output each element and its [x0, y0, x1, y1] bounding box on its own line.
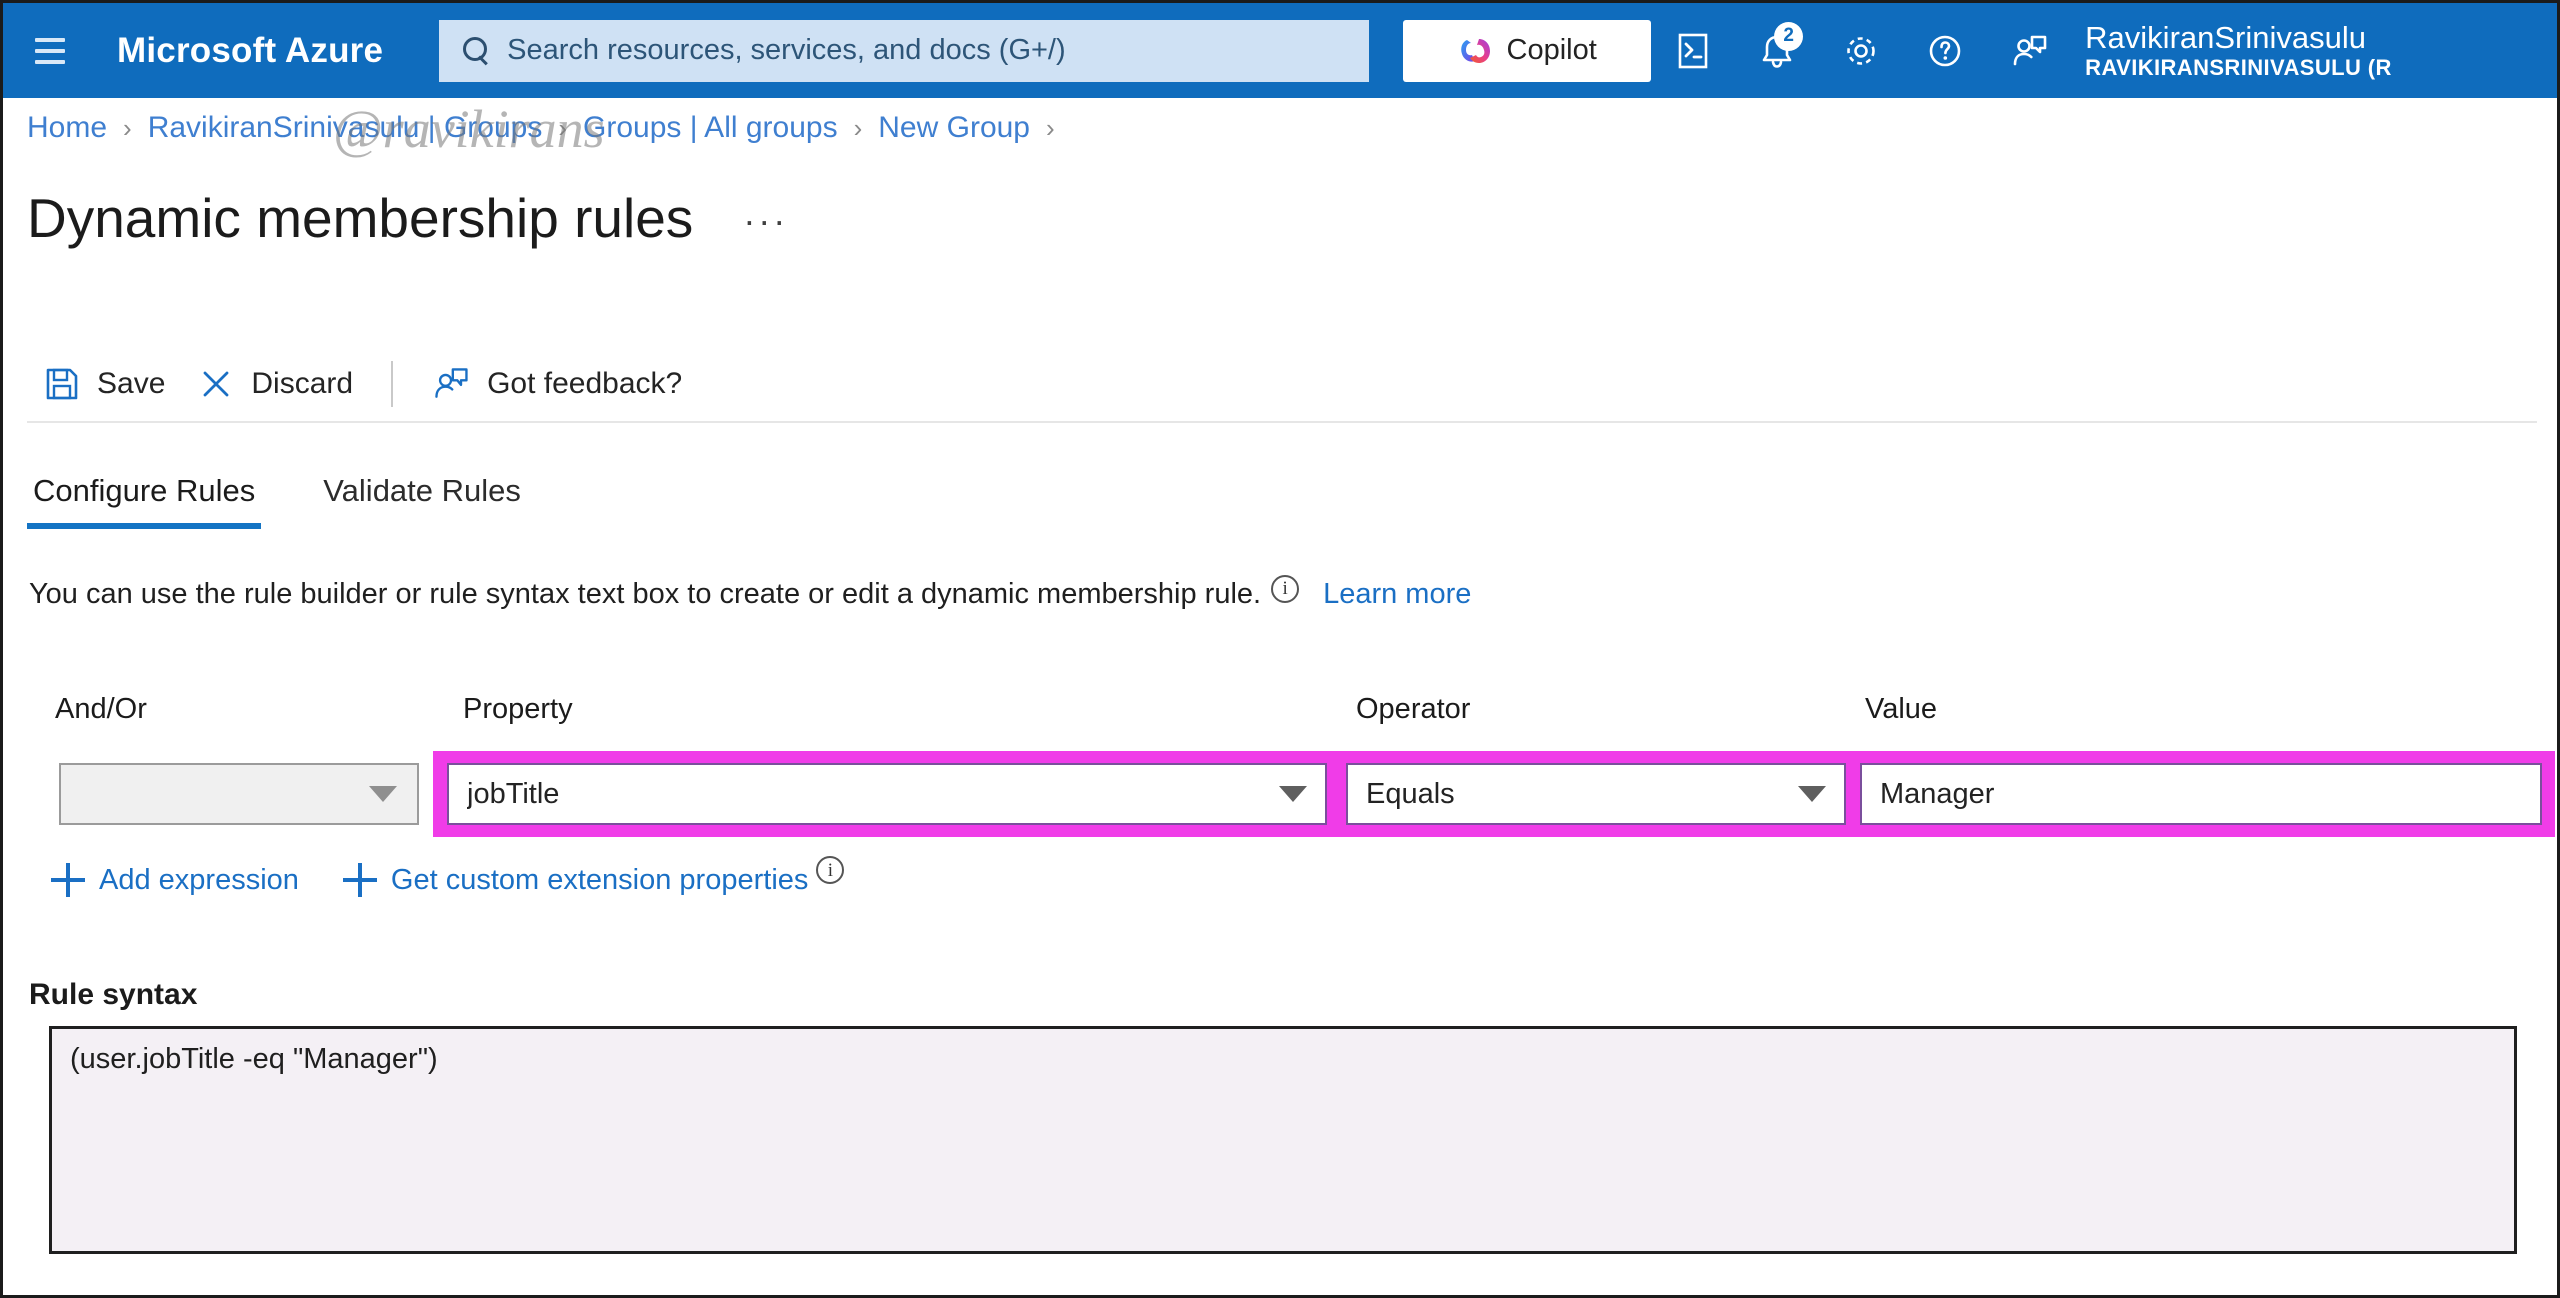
value-input[interactable]: Manager — [1860, 763, 2542, 825]
chevron-down-icon — [1798, 786, 1826, 802]
gear-icon — [1847, 36, 1875, 65]
property-value: jobTitle — [467, 777, 560, 810]
breadcrumb-separator: › — [123, 112, 132, 143]
command-bar-divider — [391, 361, 394, 407]
chevron-down-icon — [369, 786, 397, 802]
rule-builder-row: jobTitle Equals Manager — [3, 751, 2557, 837]
save-label: Save — [97, 367, 166, 400]
got-feedback-button[interactable]: Got feedback? — [415, 352, 698, 416]
breadcrumb-item-home[interactable]: Home — [27, 111, 107, 145]
discard-label: Discard — [251, 367, 354, 400]
rule-syntax-textarea[interactable]: (user.jobTitle -eq "Manager") — [49, 1026, 2517, 1254]
breadcrumb-separator: › — [853, 112, 863, 143]
rule-builder-headers: And/Or Property Operator Value — [3, 693, 2557, 739]
brand-title[interactable]: Microsoft Azure — [117, 31, 383, 71]
save-button[interactable]: Save — [27, 352, 181, 416]
notifications-badge: 2 — [1774, 21, 1804, 51]
add-expression-label: Add expression — [99, 863, 299, 896]
help-button[interactable] — [1903, 16, 1987, 86]
column-header-and-or: And/Or — [55, 693, 147, 725]
breadcrumb-item-new-group[interactable]: New Group — [878, 111, 1030, 145]
notifications-button[interactable]: 2 — [1735, 16, 1819, 86]
page-title: Dynamic membership rules — [27, 187, 694, 249]
get-custom-extension-properties-label: Get custom extension properties — [390, 863, 809, 896]
global-header: Microsoft Azure Search resources, servic… — [3, 3, 2557, 98]
rule-syntax-label: Rule syntax — [29, 978, 198, 1011]
plus-icon — [51, 863, 85, 897]
account-menu[interactable]: RavikiranSrinivasulu RAVIKIRANSRINIVASUL… — [2085, 21, 2392, 80]
copilot-icon — [1460, 38, 1490, 63]
property-select[interactable]: jobTitle — [447, 763, 1327, 825]
hamburger-bar — [35, 48, 65, 53]
column-header-operator: Operator — [1356, 693, 1471, 725]
breadcrumb: Home › RavikiranSrinivasulu | Groups › G… — [27, 111, 1071, 145]
breadcrumb-item-tenant-groups[interactable]: RavikiranSrinivasulu | Groups — [148, 111, 543, 145]
breadcrumb-separator: › — [558, 112, 567, 143]
cloud-shell-button[interactable] — [1651, 16, 1735, 86]
feedback-person-icon — [435, 368, 468, 398]
tab-list: Configure Rules Validate Rules — [27, 473, 527, 529]
operator-select[interactable]: Equals — [1346, 763, 1846, 825]
breadcrumb-item-all-groups[interactable]: Groups | All groups — [583, 111, 838, 145]
copilot-label: Copilot — [1506, 34, 1597, 66]
and-or-select[interactable] — [59, 763, 419, 825]
column-header-value: Value — [1865, 693, 1938, 725]
info-circle-icon[interactable]: i — [816, 856, 845, 884]
discard-button[interactable]: Discard — [181, 352, 369, 416]
command-bar-rule — [27, 421, 2537, 423]
account-name: RavikiranSrinivasulu — [2085, 20, 2367, 55]
help-question-icon — [1929, 35, 1961, 66]
search-placeholder: Search resources, services, and docs (G+… — [507, 34, 1066, 66]
info-circle-icon[interactable]: i — [1271, 574, 1300, 603]
got-feedback-label: Got feedback? — [487, 367, 683, 400]
tab-configure-rules[interactable]: Configure Rules — [27, 473, 262, 529]
command-bar: Save Discard Got feedback? — [27, 343, 2527, 425]
search-icon — [461, 36, 491, 66]
global-search-input[interactable]: Search resources, services, and docs (G+… — [439, 19, 1370, 82]
breadcrumb-separator: › — [1046, 112, 1055, 143]
rule-builder-actions: Add expression Get custom extension prop… — [51, 856, 850, 897]
learn-more-link[interactable]: Learn more — [1323, 578, 1471, 611]
hamburger-bar — [35, 37, 65, 42]
plus-icon — [342, 863, 377, 897]
cloud-shell-icon — [1678, 33, 1708, 68]
hamburger-bar — [35, 59, 65, 64]
operator-value: Equals — [1366, 777, 1455, 810]
copilot-button[interactable]: Copilot — [1403, 19, 1652, 82]
account-org: RAVIKIRANSRINIVASULU (R — [2085, 54, 2392, 80]
value-text: Manager — [1880, 777, 1995, 810]
azure-portal-screen: Microsoft Azure Search resources, servic… — [0, 0, 2560, 1298]
close-x-icon — [203, 371, 229, 397]
more-options-icon[interactable]: ··· — [743, 200, 788, 250]
get-custom-extension-properties-link[interactable]: Get custom extension properties — [342, 863, 809, 897]
add-expression-link[interactable]: Add expression — [51, 863, 299, 897]
hamburger-menu-icon[interactable] — [23, 21, 77, 81]
settings-button[interactable] — [1819, 16, 1903, 86]
column-header-property: Property — [463, 693, 573, 725]
description-text: You can use the rule builder or rule syn… — [29, 578, 1262, 610]
feedback-button[interactable] — [1987, 16, 2071, 86]
save-disk-icon — [46, 368, 78, 400]
description-row: You can use the rule builder or rule syn… — [29, 574, 1471, 611]
feedback-person-icon — [2013, 35, 2047, 65]
tab-validate-rules[interactable]: Validate Rules — [317, 473, 527, 529]
page-title-row: Dynamic membership rules ··· — [27, 186, 788, 250]
chevron-down-icon — [1279, 786, 1307, 802]
